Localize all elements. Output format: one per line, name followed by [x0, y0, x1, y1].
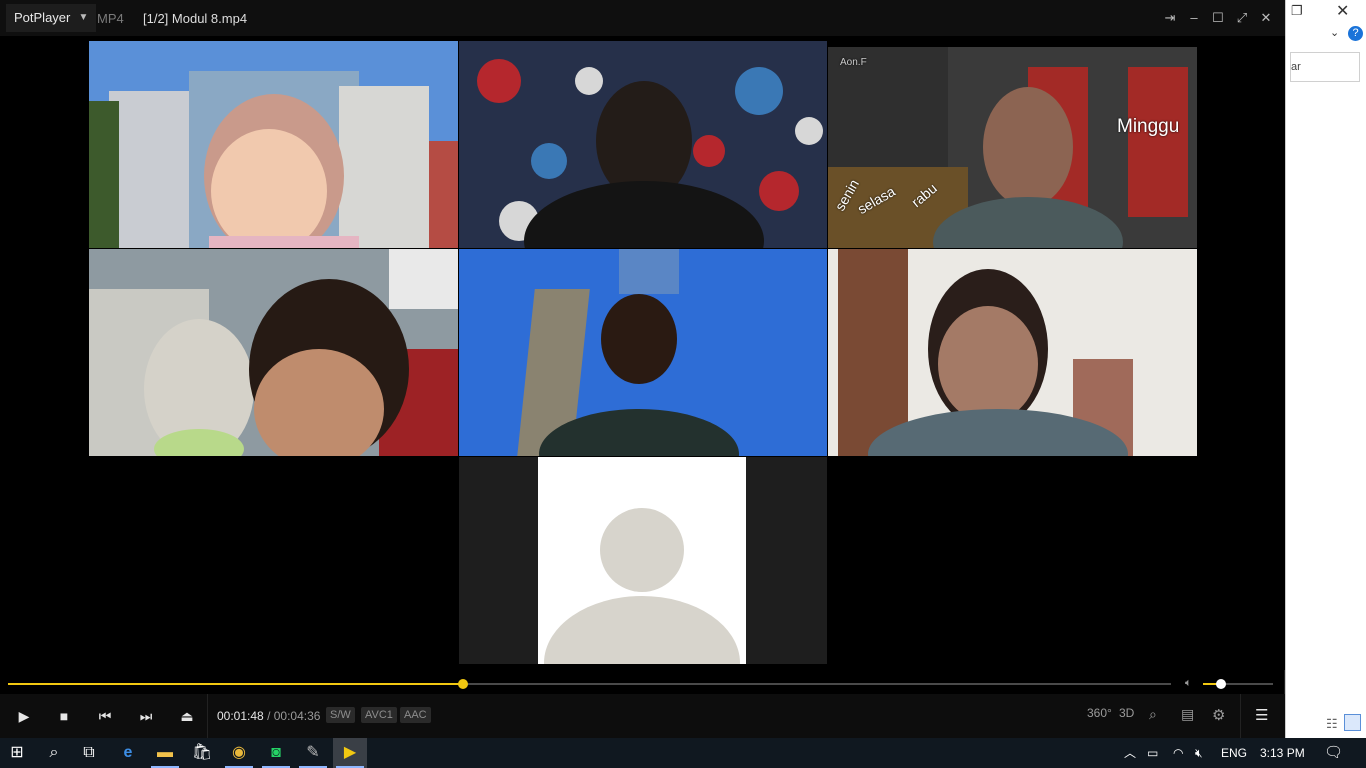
close-icon[interactable]: ✕: [1257, 9, 1275, 27]
time-display: 00:01:48 / 00:04:36: [217, 709, 320, 723]
3d-button[interactable]: 3D: [1119, 706, 1134, 720]
video-area[interactable]: Aon.F Minggu senin selasa rabu: [0, 36, 1285, 670]
fullscreen-icon[interactable]: ⤢: [1233, 9, 1251, 27]
maximize-icon[interactable]: ☐: [1209, 9, 1227, 27]
participant-tile-2: [459, 41, 827, 248]
participant-video-6: [828, 249, 1197, 456]
battery-icon[interactable]: ▭: [1147, 738, 1158, 768]
participant-tile-3: Aon.F Minggu senin selasa rabu: [828, 47, 1197, 248]
chevron-down-icon[interactable]: ⌄: [1330, 26, 1339, 39]
participant-tile-5: [459, 249, 827, 456]
divider: [1240, 694, 1241, 738]
search-input[interactable]: ar: [1290, 52, 1360, 82]
previous-icon[interactable]: ⏮︎: [93, 704, 117, 728]
volume-icon[interactable]: 🔈︎: [1185, 677, 1192, 690]
file-format: MP4: [97, 11, 124, 26]
restore-icon[interactable]: ❐: [1291, 3, 1303, 19]
potplayer-menu-button[interactable]: PotPlayer ▼: [6, 4, 97, 32]
file-title: [1/2] Modul 8.mp4: [143, 11, 248, 26]
control-bar: ▶ ■ ⏮︎ ⏭︎ ⏏︎ 00:01:48 / 00:04:36 S/W AVC…: [0, 694, 1285, 738]
participant-video-5: [459, 249, 827, 456]
close-icon[interactable]: ✕: [1336, 1, 1349, 21]
seek-handle[interactable]: [457, 679, 468, 689]
participant-video-4: [89, 249, 458, 456]
wifi-icon[interactable]: ◠: [1173, 738, 1183, 768]
avatar-placeholder: [538, 457, 746, 664]
current-time: 00:01:48: [217, 709, 264, 723]
volume-slider[interactable]: [1203, 679, 1273, 689]
time-separator: /: [267, 709, 271, 723]
action-center-icon[interactable]: 🗨︎: [1324, 738, 1343, 768]
minimize-icon[interactable]: –: [1185, 9, 1203, 27]
divider: [207, 694, 208, 738]
language-indicator[interactable]: ENG: [1221, 738, 1247, 768]
search-icon[interactable]: ⌕: [37, 738, 71, 768]
participant-video-3: [828, 47, 1197, 248]
play-icon[interactable]: ▶: [12, 704, 36, 728]
eject-icon[interactable]: ⏏︎: [175, 704, 199, 728]
seek-progress: [8, 683, 463, 685]
audio-codec-tag[interactable]: AAC: [400, 707, 431, 723]
participant-tile-4: [89, 249, 458, 456]
participant-tile-6: [828, 249, 1197, 456]
large-icons-view-icon[interactable]: [1344, 714, 1361, 731]
participant-tile-1: [89, 41, 458, 248]
volume-muted-icon[interactable]: 🔇︎: [1195, 738, 1203, 768]
whatsapp-icon[interactable]: ◙: [259, 738, 293, 768]
settings-icon[interactable]: ⚙: [1212, 706, 1225, 724]
participant-video-2: [459, 41, 827, 248]
edge-browser-icon[interactable]: e: [111, 738, 145, 768]
zoom-icon[interactable]: ⌕: [1149, 706, 1157, 723]
windows-taskbar: ⊞ ⌕ ⧉ e ▬ 🛍︎ ◉ ◙ ✎ ▶ ︿ ▭ ◠ 🔇︎ ENG 3:13 P…: [0, 738, 1366, 768]
chrome-icon[interactable]: ◉: [222, 738, 256, 768]
vr-360-button[interactable]: 360°: [1087, 706, 1112, 720]
overlay-text: Minggu: [1117, 116, 1180, 137]
app-name: PotPlayer: [14, 10, 71, 25]
watermark-text: Aon.F: [840, 57, 867, 68]
details-view-icon[interactable]: ☷: [1326, 716, 1338, 732]
store-icon[interactable]: 🛍︎: [185, 738, 219, 768]
subtitle-icon[interactable]: ▤: [1181, 706, 1194, 723]
potplayer-taskbar-icon[interactable]: ▶: [333, 738, 367, 768]
title-bar: PotPlayer ▼ MP4 [1/2] Modul 8.mp4 ⇥ – ☐ …: [0, 0, 1285, 36]
windows-start-icon[interactable]: ⊞: [0, 738, 34, 768]
volume-handle[interactable]: [1215, 679, 1226, 689]
duration: 00:04:36: [273, 709, 321, 723]
participant-video-1: [89, 41, 458, 248]
clock[interactable]: 3:13 PM: [1260, 738, 1305, 768]
background-window: ❐ ✕ ⌄ ? ar ☷: [1285, 0, 1366, 738]
paint-icon[interactable]: ✎: [296, 738, 330, 768]
seek-bar[interactable]: [8, 679, 1171, 689]
potplayer-window: PotPlayer ▼ MP4 [1/2] Modul 8.mp4 ⇥ – ☐ …: [0, 0, 1285, 738]
participant-tile-7: [459, 457, 827, 664]
chevron-down-icon: ▼: [78, 12, 89, 23]
task-view-icon[interactable]: ⧉: [72, 738, 106, 768]
stop-icon[interactable]: ■: [52, 704, 76, 728]
next-icon[interactable]: ⏭︎: [134, 704, 158, 728]
help-icon[interactable]: ?: [1348, 26, 1363, 41]
file-explorer-icon[interactable]: ▬: [148, 738, 182, 768]
video-codec-tag[interactable]: AVC1: [361, 707, 397, 723]
playlist-menu-icon[interactable]: ☰: [1255, 706, 1268, 724]
show-hidden-icons-icon[interactable]: ︿: [1124, 738, 1136, 768]
sw-decoder-tag[interactable]: S/W: [326, 707, 355, 723]
pin-icon[interactable]: ⇥: [1161, 9, 1179, 27]
user-silhouette-icon: [544, 508, 740, 664]
